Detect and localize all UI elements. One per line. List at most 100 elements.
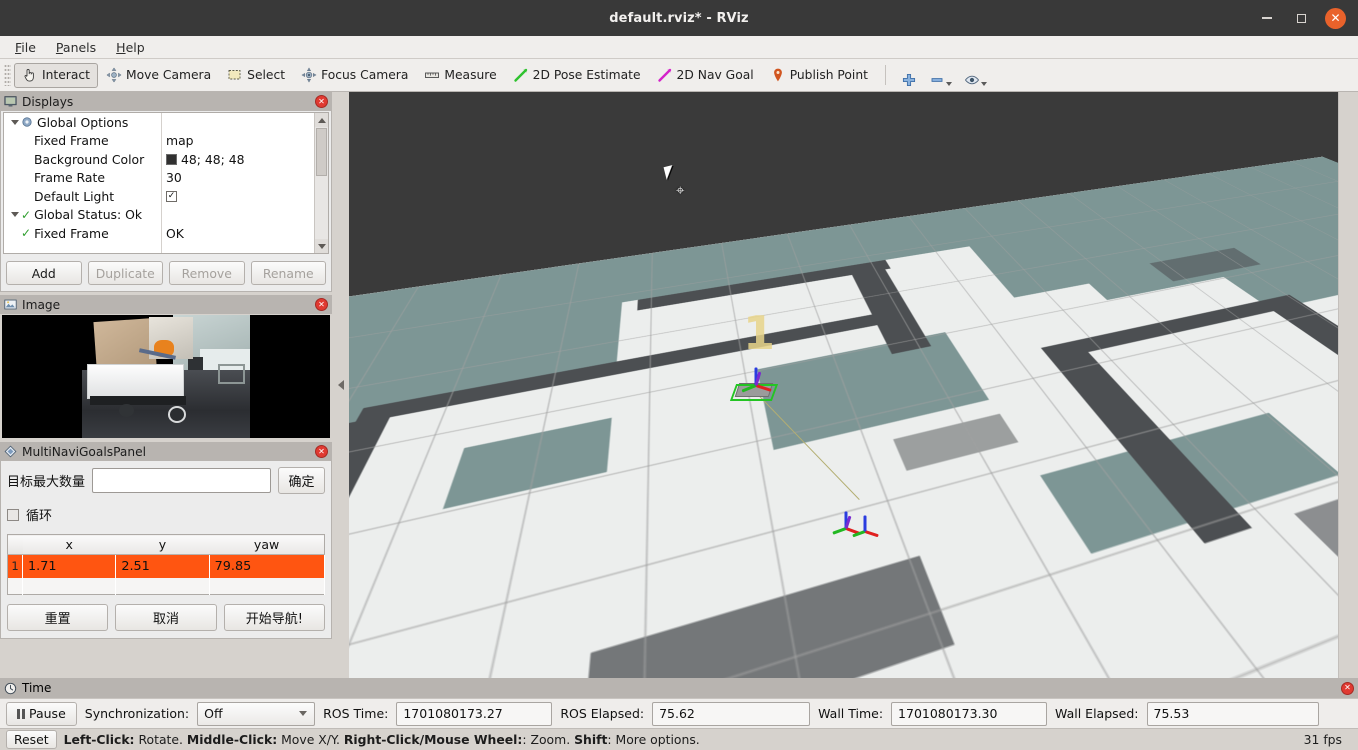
displays-dock-title: Displays ✕: [0, 92, 332, 111]
wall-elapsed-field[interactable]: 75.53: [1147, 702, 1319, 726]
goals-column-x[interactable]: x: [23, 535, 116, 555]
tree-value: map: [166, 133, 194, 148]
remove-display-button[interactable]: Remove: [169, 261, 245, 285]
tool-interact[interactable]: Interact: [14, 63, 98, 88]
navi-goals-title-label: MultiNaviGoalsPanel: [22, 445, 146, 459]
max-goals-input[interactable]: [92, 468, 271, 493]
goals-table[interactable]: x y yaw 1 1.71 2.51 79.85: [7, 534, 325, 595]
reset-button[interactable]: Reset: [6, 730, 57, 749]
tree-row-background-color[interactable]: Background Color: [4, 150, 161, 169]
navi-goals-close-button[interactable]: ✕: [315, 445, 328, 458]
tool-select[interactable]: Select: [219, 63, 293, 88]
tree-row-global-options[interactable]: Global Options: [4, 113, 161, 132]
table-row-empty[interactable]: [8, 578, 325, 595]
maximize-button[interactable]: [1291, 8, 1311, 28]
time-close-button[interactable]: ✕: [1341, 682, 1354, 695]
scroll-up-button[interactable]: [315, 113, 328, 127]
cell-x[interactable]: 1.71: [23, 555, 116, 578]
tool-publish-point[interactable]: Publish Point: [762, 63, 876, 88]
checkbox-checked-icon[interactable]: ✓: [166, 191, 177, 202]
cancel-goals-button[interactable]: 取消: [115, 604, 216, 631]
tool-2d-nav-goal[interactable]: 2D Nav Goal: [649, 63, 762, 88]
ros-elapsed-field[interactable]: 75.62: [652, 702, 810, 726]
synchronization-select[interactable]: Off: [197, 702, 315, 726]
hint-left-click: Left-Click:: [64, 732, 135, 747]
button-label: Duplicate: [96, 266, 155, 281]
feed-cart-wheel-rear: [119, 404, 134, 418]
tree-value-frame-rate[interactable]: 30: [162, 169, 314, 188]
add-display-button[interactable]: Add: [6, 261, 82, 285]
expand-arrow-icon[interactable]: [8, 120, 21, 125]
displays-close-button[interactable]: ✕: [315, 95, 328, 108]
status-bar: Reset Left-Click: Rotate. Middle-Click: …: [0, 728, 1358, 750]
remove-tool-dropdown-arrow[interactable]: [946, 82, 952, 86]
scroll-down-button[interactable]: [315, 239, 328, 253]
rename-display-button[interactable]: Rename: [251, 261, 327, 285]
displays-tree[interactable]: Global Options Fixed Frame Background Co…: [3, 112, 329, 254]
left-splitter-handle[interactable]: [332, 92, 349, 678]
tool-focus-camera[interactable]: Focus Camera: [293, 63, 416, 88]
right-splitter-handle[interactable]: [1338, 92, 1358, 678]
tree-value: OK: [166, 226, 184, 241]
loop-row: 循环: [7, 505, 325, 524]
max-goals-label: 目标最大数量: [7, 471, 85, 490]
mouse-cursor-icon: [664, 165, 676, 180]
view-visibility-button[interactable]: [958, 63, 993, 88]
start-navigation-button[interactable]: 开始导航!: [224, 604, 325, 631]
cell-empty-x[interactable]: [23, 578, 116, 595]
interaction-hint: Left-Click: Rotate. Middle-Click: Move X…: [64, 732, 700, 747]
menu-file[interactable]: File: [6, 38, 45, 57]
menu-help[interactable]: Help: [107, 38, 154, 57]
tree-row-frame-rate[interactable]: Frame Rate: [4, 169, 161, 188]
navi-button-row: 重置 取消 开始导航!: [7, 604, 325, 631]
tree-value-background-color[interactable]: 48; 48; 48: [162, 150, 314, 169]
table-row[interactable]: 1 1.71 2.51 79.85: [8, 555, 325, 578]
goals-column-y[interactable]: y: [116, 535, 209, 555]
tree-value-default-light[interactable]: ✓: [162, 187, 314, 206]
collapse-left-arrow-icon[interactable]: [338, 380, 344, 390]
tree-row-status-fixed-frame[interactable]: ✓ Fixed Frame: [4, 224, 161, 243]
loop-checkbox[interactable]: [7, 509, 19, 521]
cell-yaw[interactable]: 79.85: [209, 555, 324, 578]
expand-arrow-icon[interactable]: [8, 212, 21, 217]
tree-row-default-light[interactable]: Default Light: [4, 187, 161, 206]
cell-empty-y[interactable]: [116, 578, 209, 595]
close-button[interactable]: ✕: [1325, 8, 1346, 29]
hint-middle-click: Middle-Click:: [187, 732, 277, 747]
reset-goals-button[interactable]: 重置: [7, 604, 108, 631]
tree-value-fixed-frame[interactable]: map: [162, 132, 314, 151]
navi-goals-dock-title: MultiNaviGoalsPanel ✕: [0, 442, 332, 461]
left-dock-column: Displays ✕ Global Options Fixed Frame Ba…: [0, 92, 332, 678]
duplicate-display-button[interactable]: Duplicate: [88, 261, 164, 285]
view-visibility-dropdown-arrow[interactable]: [981, 82, 987, 86]
goals-column-yaw[interactable]: yaw: [209, 535, 324, 555]
add-tool-icon: [901, 72, 917, 88]
minimize-button[interactable]: [1257, 8, 1277, 28]
cell-empty-yaw[interactable]: [209, 578, 324, 595]
displays-button-row: Add Duplicate Remove Rename: [1, 254, 331, 291]
button-label: 开始导航!: [246, 608, 303, 627]
confirm-button[interactable]: 确定: [278, 467, 325, 494]
image-close-button[interactable]: ✕: [315, 298, 328, 311]
displays-scrollbar[interactable]: [314, 113, 328, 253]
add-tool-button[interactable]: [895, 63, 923, 88]
render-viewport-3d[interactable]: ⌖ 1: [349, 92, 1338, 678]
goal-pose-axes: [846, 527, 847, 528]
cell-y[interactable]: 2.51: [116, 555, 209, 578]
menu-panels[interactable]: Panels: [47, 38, 105, 57]
wall-time-field[interactable]: 1701080173.30: [891, 702, 1047, 726]
window-title: default.rviz* - RViz: [0, 11, 1358, 26]
tool-2d-pose-estimate[interactable]: 2D Pose Estimate: [505, 63, 649, 88]
tool-move-camera[interactable]: Move Camera: [98, 63, 219, 88]
toolbar-grip[interactable]: [4, 64, 11, 86]
remove-tool-button[interactable]: [923, 63, 958, 88]
ros-time-field[interactable]: 1701080173.27: [396, 702, 552, 726]
scroll-track[interactable]: [315, 177, 328, 239]
tree-row-fixed-frame[interactable]: Fixed Frame: [4, 132, 161, 151]
tool-measure[interactable]: Measure: [416, 63, 504, 88]
pause-button[interactable]: Pause: [6, 702, 77, 726]
tree-row-global-status[interactable]: ✓ Global Status: Ok: [4, 206, 161, 225]
scroll-thumb[interactable]: [316, 128, 327, 176]
tree-label: Background Color: [34, 152, 144, 167]
displays-tree-content: Global Options Fixed Frame Background Co…: [4, 113, 314, 253]
